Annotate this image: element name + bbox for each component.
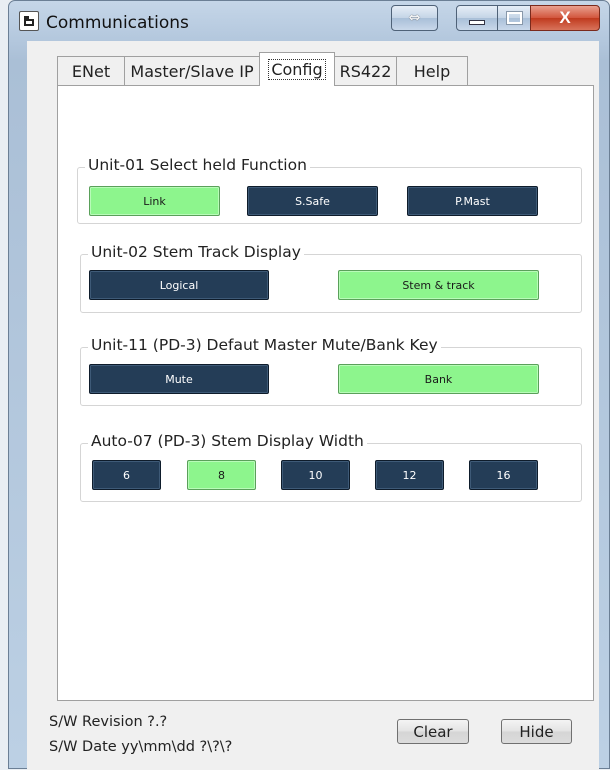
tab-help[interactable]: Help — [396, 56, 468, 85]
option-width-10-button[interactable]: 10 — [281, 460, 350, 490]
group-title: Unit-11 (PD-3) Defaut Master Mute/Bank K… — [88, 336, 441, 354]
window-title: Communications — [46, 13, 189, 33]
tab-label: Help — [413, 61, 451, 81]
option-label: 16 — [496, 468, 511, 482]
tab-label: Master/Slave IP — [130, 61, 254, 81]
resize-button[interactable]: ⇔ — [391, 5, 438, 31]
option-width-12-button[interactable]: 12 — [375, 460, 444, 490]
minimize-button[interactable] — [456, 5, 498, 31]
option-label: 12 — [402, 468, 417, 482]
option-label: Logical — [159, 278, 199, 292]
sw-date-label: S/W Date yy\mm\dd ?\?\? — [49, 739, 233, 755]
group-unit-11-mute-bank-key: Unit-11 (PD-3) Defaut Master Mute/Bank K… — [80, 336, 582, 406]
close-button[interactable]: X — [530, 5, 600, 31]
option-p-mast-button[interactable]: P.Mast — [407, 186, 538, 216]
tab-label: Config — [268, 59, 326, 80]
option-link-button[interactable]: Link — [89, 186, 220, 216]
title-bar[interactable]: Communications ⇔ X — [9, 1, 609, 41]
option-label: Link — [143, 194, 166, 208]
tab-master-slave-ip[interactable]: Master/Slave IP — [124, 56, 260, 85]
option-label: Bank — [424, 372, 453, 386]
group-auto-07-stem-display-width: Auto-07 (PD-3) Stem Display Width 6 8 10… — [80, 432, 582, 502]
communications-window: Communications ⇔ X ENet Master/Slave IP … — [8, 0, 610, 770]
hide-button[interactable]: Hide — [501, 719, 572, 744]
group-unit-01-held-function: Unit-01 Select held Function Link S.Safe… — [77, 156, 582, 224]
maximize-icon — [505, 11, 523, 25]
option-label: 8 — [218, 468, 225, 482]
tab-config[interactable]: Config — [259, 52, 335, 86]
option-width-8-button[interactable]: 8 — [187, 460, 256, 490]
option-label: Stem & track — [402, 278, 475, 292]
group-title: Unit-02 Stem Track Display — [88, 243, 304, 261]
group-unit-02-stem-track-display: Unit-02 Stem Track Display Logical Stem … — [80, 243, 582, 313]
minimize-icon — [469, 19, 485, 25]
option-label: Mute — [165, 372, 193, 386]
option-width-6-button[interactable]: 6 — [92, 460, 161, 490]
tab-label: ENet — [71, 61, 111, 81]
option-stem-track-button[interactable]: Stem & track — [338, 270, 539, 300]
option-label: 6 — [123, 468, 130, 482]
option-label: S.Safe — [295, 194, 330, 208]
sw-revision-label: S/W Revision ?.? — [49, 714, 168, 730]
option-mute-button[interactable]: Mute — [89, 364, 269, 394]
tab-label: RS422 — [339, 61, 392, 81]
client-area: ENet Master/Slave IP Config RS422 Help U… — [27, 41, 599, 770]
option-s-safe-button[interactable]: S.Safe — [247, 186, 378, 216]
close-icon: X — [559, 8, 571, 27]
maximize-button[interactable] — [497, 5, 531, 31]
option-label: 10 — [308, 468, 323, 482]
option-width-16-button[interactable]: 16 — [469, 460, 538, 490]
tab-enet[interactable]: ENet — [57, 56, 125, 85]
config-tab-panel: Unit-01 Select held Function Link S.Safe… — [57, 85, 594, 701]
option-label: P.Mast — [455, 194, 490, 208]
resize-arrows-icon: ⇔ — [408, 10, 421, 26]
tab-rs422[interactable]: RS422 — [334, 56, 397, 85]
option-logical-button[interactable]: Logical — [89, 270, 269, 300]
group-title: Unit-01 Select held Function — [85, 156, 310, 174]
option-bank-button[interactable]: Bank — [338, 364, 539, 394]
app-icon[interactable] — [19, 11, 39, 31]
clear-button[interactable]: Clear — [397, 719, 469, 744]
group-title: Auto-07 (PD-3) Stem Display Width — [88, 432, 367, 450]
